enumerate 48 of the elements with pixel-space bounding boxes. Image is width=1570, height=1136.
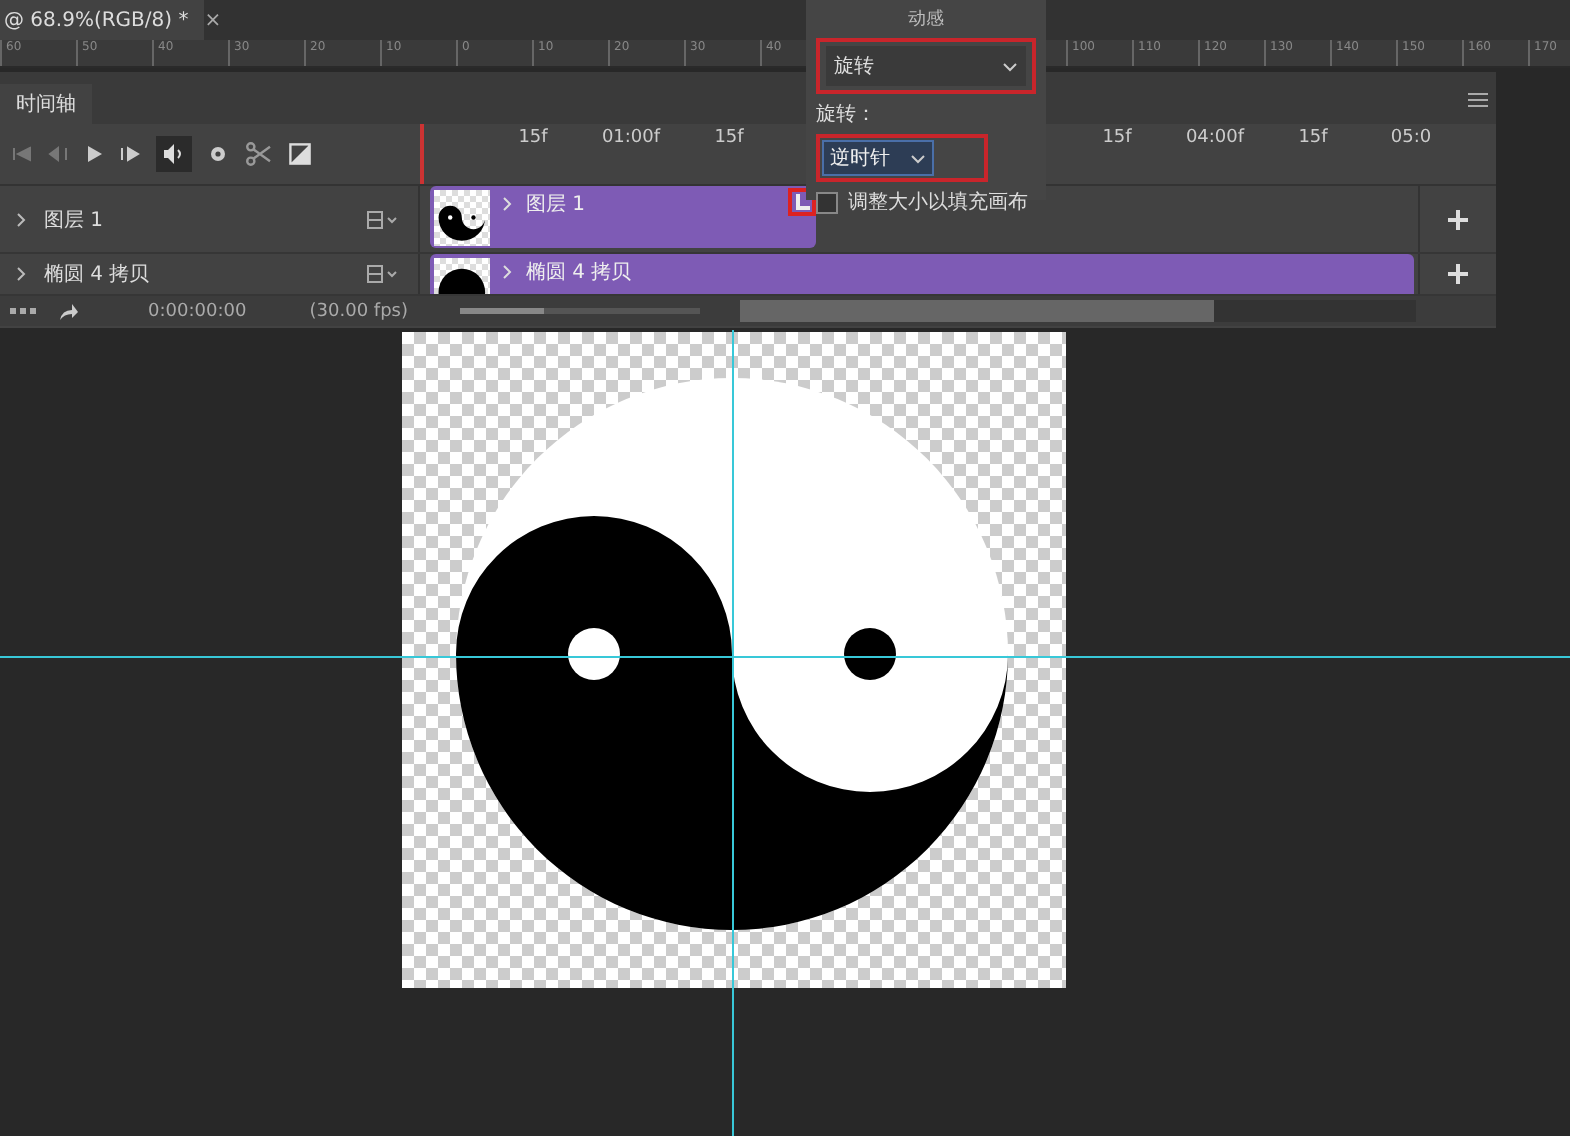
- chevron-icon[interactable]: [16, 266, 28, 282]
- direction-dropdown[interactable]: 逆时针: [822, 140, 934, 176]
- time-label: 05:0: [1388, 128, 1434, 148]
- scissors-icon[interactable]: [244, 142, 272, 166]
- film-icon[interactable]: [366, 209, 398, 229]
- add-icon[interactable]: [1448, 209, 1468, 229]
- caret-icon: [1002, 61, 1018, 71]
- step-forward-icon[interactable]: [120, 144, 140, 164]
- zoom-slider[interactable]: [460, 308, 700, 314]
- frames-icon[interactable]: [10, 305, 38, 317]
- clip-label: 图层 1: [526, 192, 586, 220]
- current-time: 0:00:00:00: [148, 301, 247, 321]
- chevron-icon[interactable]: [502, 196, 514, 212]
- time-label: 04:00f: [1183, 128, 1247, 148]
- render-arrow-icon[interactable]: [58, 301, 78, 321]
- layer-name[interactable]: 椭圆 4 拷贝: [44, 260, 350, 288]
- time-label: 15f: [516, 128, 550, 148]
- chevron-icon[interactable]: [16, 211, 28, 227]
- clip-label: 椭圆 4 拷贝: [526, 259, 632, 288]
- layer-thumbnail: [434, 190, 490, 246]
- layer-clip[interactable]: 图层 1: [430, 186, 816, 248]
- audio-button[interactable]: [156, 136, 192, 172]
- layer-clip[interactable]: 椭圆 4 拷贝: [430, 254, 1414, 294]
- menu-icon[interactable]: [1468, 92, 1488, 108]
- film-icon[interactable]: [366, 264, 398, 284]
- resize-label: 调整大小以填充画布: [848, 189, 1028, 216]
- resize-checkbox[interactable]: [816, 191, 838, 213]
- preset-dropdown[interactable]: 旋转: [826, 46, 1026, 86]
- rotate-label: 旋转：: [816, 101, 878, 128]
- popup-title: 动感: [908, 7, 944, 32]
- time-label: 15f: [1296, 128, 1330, 148]
- document-title: @ 68.9%(RGB/8) *: [4, 9, 189, 31]
- layer-name[interactable]: 图层 1: [44, 205, 350, 233]
- speaker-icon: [162, 144, 186, 164]
- time-label: 01:00f: [599, 128, 663, 148]
- time-label: 15f: [712, 128, 746, 148]
- gear-icon[interactable]: [208, 144, 228, 164]
- timeline-tab[interactable]: 时间轴: [0, 84, 92, 124]
- transition-icon[interactable]: [288, 142, 312, 166]
- close-icon[interactable]: ×: [204, 9, 222, 31]
- horizontal-scrollbar[interactable]: [740, 300, 1416, 322]
- frame-rate: (30.00 fps): [309, 301, 408, 321]
- time-label: 15f: [1100, 128, 1134, 148]
- add-icon[interactable]: [1448, 264, 1468, 284]
- chevron-icon[interactable]: [502, 264, 514, 280]
- caret-icon: [910, 154, 926, 164]
- play-icon[interactable]: [84, 144, 104, 164]
- skip-start-icon[interactable]: [12, 144, 32, 164]
